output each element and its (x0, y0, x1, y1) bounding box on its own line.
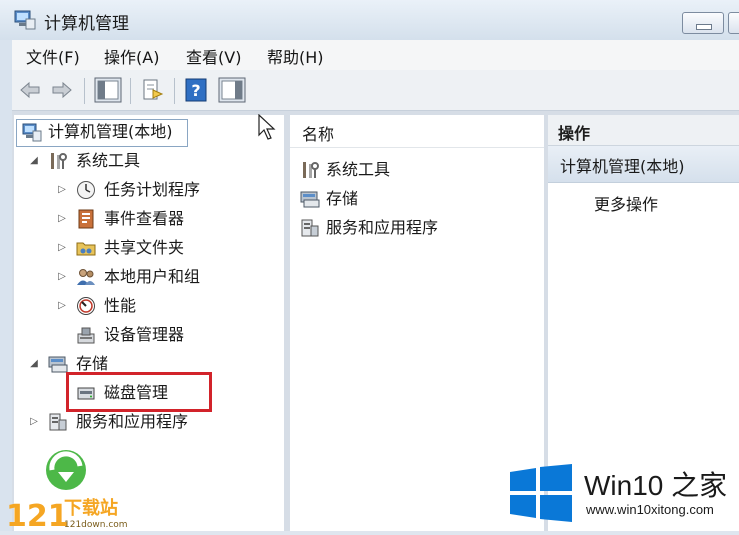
tree-item-system-tools[interactable]: ◢ 系统工具 (28, 148, 268, 174)
minimize-button[interactable] (682, 12, 724, 34)
tree-label: 任务计划程序 (104, 180, 201, 199)
list-item-label: 系统工具 (326, 160, 391, 179)
tools-icon (51, 153, 67, 169)
tree-label: 系统工具 (76, 151, 141, 170)
tree-item-performance[interactable]: ▷ 性能 (56, 293, 276, 319)
watermark-url: www.win10xitong.com (586, 502, 714, 517)
watermark-url: 121down.com (64, 520, 128, 530)
more-actions-link[interactable]: 更多操作 (594, 191, 658, 215)
expand-triangle-icon[interactable]: ▷ (56, 242, 68, 254)
tree-label: 设备管理器 (104, 325, 185, 344)
list-item-storage[interactable]: 存储 (300, 186, 530, 212)
menu-file[interactable]: 文件(F) (26, 44, 80, 68)
actions-group-computer-management[interactable]: 计算机管理(本地) (548, 146, 739, 183)
watermark-number: 121 (6, 499, 69, 531)
tree-item-task-scheduler[interactable]: ▷ 任务计划程序 (56, 177, 276, 203)
tree-item-event-viewer[interactable]: ▷ 事件查看器 (56, 206, 276, 232)
show-hide-tree-icon[interactable] (94, 77, 122, 103)
expand-triangle-icon[interactable]: ▷ (56, 184, 68, 196)
shared-folder-icon (76, 242, 96, 256)
expand-triangle-icon[interactable]: ▷ (56, 213, 68, 225)
tree-item-services-applications[interactable]: ▷ 服务和应用程序 (28, 409, 268, 435)
computer-management-icon (22, 123, 42, 142)
computer-management-icon (14, 10, 36, 30)
services-icon (49, 413, 67, 431)
expand-triangle-icon[interactable]: ▷ (56, 300, 68, 312)
tree-label: 服务和应用程序 (76, 412, 189, 431)
watermark-title: Win10 之家 (584, 470, 728, 501)
watermark-win10: Win10 之家 www.win10xitong.com (506, 458, 739, 531)
collapse-triangle-icon[interactable]: ◢ (28, 155, 40, 167)
tree-label: 本地用户和组 (104, 267, 201, 286)
actions-group-label: 计算机管理(本地) (560, 157, 685, 176)
list-item-label: 服务和应用程序 (326, 218, 439, 237)
show-hide-action-pane-icon[interactable] (218, 77, 246, 103)
tree-item-computer-management[interactable]: 计算机管理(本地) (20, 119, 220, 145)
expand-triangle-icon[interactable]: ▷ (56, 271, 68, 283)
users-icon (77, 269, 95, 285)
list-item-label: 存储 (326, 189, 359, 208)
tree-label: 性能 (104, 296, 137, 315)
column-header-label: 名称 (302, 125, 335, 144)
disk-management-highlight (66, 372, 212, 412)
windows-logo-icon (510, 464, 572, 522)
collapse-triangle-icon[interactable]: ◢ (28, 358, 40, 370)
clock-icon (77, 181, 95, 199)
storage-icon (48, 356, 68, 373)
expand-triangle-icon[interactable]: ▷ (28, 416, 40, 428)
event-viewer-icon (78, 209, 94, 229)
title-bar: 计算机管理 (0, 0, 739, 40)
services-icon (301, 219, 319, 237)
toolbar: ? (12, 70, 739, 111)
watermark-brand: 下载站 (64, 497, 118, 519)
list-item-services-applications[interactable]: 服务和应用程序 (300, 215, 530, 241)
tree-item-shared-folders[interactable]: ▷ 共享文件夹 (56, 235, 276, 261)
menu-bar: 文件(F) 操作(A) 查看(V) 帮助(H) (12, 40, 739, 70)
storage-icon (300, 191, 320, 208)
tree-label: 共享文件夹 (104, 238, 185, 257)
tree-label: 事件查看器 (104, 209, 185, 228)
tools-icon (303, 162, 319, 178)
menu-action[interactable]: 操作(A) (104, 44, 159, 68)
tree-item-local-users-groups[interactable]: ▷ 本地用户和组 (56, 264, 276, 290)
svg-text:?: ? (191, 81, 200, 100)
export-list-icon[interactable] (140, 78, 164, 102)
actions-header-label: 操作 (558, 124, 591, 143)
tree-item-device-manager[interactable]: 设备管理器 (76, 322, 276, 348)
performance-icon (77, 297, 95, 315)
device-manager-icon (77, 327, 95, 344)
maximize-button[interactable] (728, 12, 739, 34)
window-title: 计算机管理 (44, 14, 129, 34)
actions-header: 操作 (548, 115, 739, 146)
minimize-icon (696, 24, 712, 30)
computer-management-window: 计算机管理 文件(F) 操作(A) 查看(V) 帮助(H) ? 计算机管理(本地… (0, 0, 739, 534)
forward-arrow-icon[interactable] (50, 78, 74, 102)
menu-help[interactable]: 帮助(H) (267, 44, 324, 68)
list-item-system-tools[interactable]: 系统工具 (300, 157, 530, 183)
column-header-name[interactable]: 名称 (290, 115, 544, 148)
help-icon[interactable]: ? (184, 78, 208, 102)
menu-view[interactable]: 查看(V) (186, 44, 241, 68)
watermark-121down: 121 下载站 121down.com (2, 448, 142, 534)
download-site-logo: 121 下载站 121down.com (6, 450, 128, 534)
back-arrow-icon[interactable] (18, 78, 42, 102)
mouse-cursor-icon (258, 114, 276, 140)
tree-label: 计算机管理(本地) (48, 122, 173, 141)
